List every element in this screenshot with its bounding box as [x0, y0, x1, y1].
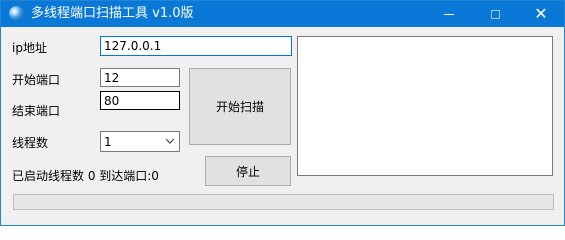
- start-scan-button[interactable]: 开始扫描: [189, 68, 291, 145]
- start-port-input[interactable]: 12: [100, 68, 180, 87]
- window-title: 多线程端口扫描工具 v1.0版: [31, 6, 194, 21]
- title-bar[interactable]: 多线程端口扫描工具 v1.0版 ✕: [1, 1, 564, 27]
- threads-select-value: 1: [104, 135, 112, 149]
- end-port-input[interactable]: 80: [100, 91, 180, 110]
- close-button[interactable]: ✕: [518, 1, 564, 27]
- app-window: 多线程端口扫描工具 v1.0版 ✕ ip地址 127.0.0.1 开始端口 12…: [0, 0, 565, 226]
- status-text: 已启动线程数 0 到达端口:0: [12, 169, 159, 183]
- threads-select[interactable]: 1: [100, 131, 180, 152]
- scan-progress-bar: [13, 194, 554, 210]
- ip-label: ip地址: [12, 41, 47, 55]
- ip-address-input[interactable]: 127.0.0.1: [100, 36, 292, 56]
- result-output-area[interactable]: [297, 36, 553, 176]
- minimize-button[interactable]: [426, 1, 472, 27]
- minimize-icon: [444, 13, 454, 15]
- chevron-down-icon: [165, 138, 175, 144]
- start-port-label: 开始端口: [12, 73, 61, 87]
- threads-label: 线程数: [12, 136, 49, 150]
- maximize-button[interactable]: [472, 1, 518, 27]
- close-icon: ✕: [534, 4, 548, 23]
- globe-icon: [9, 6, 24, 21]
- end-port-label: 结束端口: [12, 104, 61, 118]
- stop-button[interactable]: 停止: [205, 156, 291, 186]
- maximize-icon: [490, 9, 500, 19]
